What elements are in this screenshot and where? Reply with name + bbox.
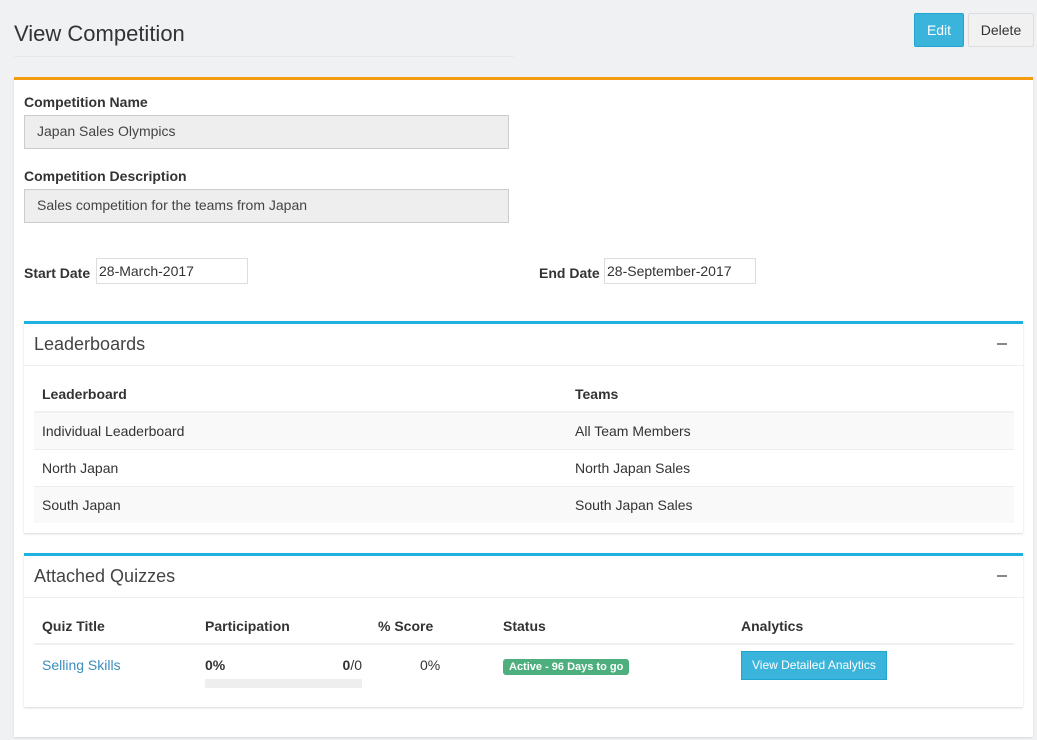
- attached-quizzes-title: Attached Quizzes: [34, 566, 176, 586]
- collapse-icon[interactable]: [997, 575, 1007, 577]
- leaderboard-cell: South Japan: [34, 485, 567, 523]
- quizzes-table: Quiz Title Participation % Score Status …: [34, 608, 1014, 704]
- attached-quizzes-box: Attached Quizzes Quiz Title Participatio…: [24, 553, 1023, 707]
- start-date-field[interactable]: 28-March-2017: [96, 258, 248, 284]
- collapse-icon[interactable]: [997, 343, 1007, 345]
- teams-cell: North Japan Sales: [567, 448, 1014, 486]
- leaderboard-cell: Individual Leaderboard: [34, 411, 567, 449]
- score-cell: 0%: [420, 657, 441, 673]
- leaderboards-title: Leaderboards: [34, 334, 146, 354]
- teams-cell: South Japan Sales: [567, 485, 1014, 523]
- competition-panel: Competition Name Japan Sales Olympics Co…: [14, 77, 1033, 737]
- leaderboard-cell: North Japan: [34, 448, 567, 486]
- table-row: Selling Skills 0% 0/0 0% Active - 96 Day…: [34, 644, 1014, 704]
- column-header: % Score: [370, 608, 495, 645]
- page-title: View Competition: [14, 21, 185, 46]
- column-header: Quiz Title: [34, 608, 197, 645]
- participation-progress-bar: [205, 679, 362, 688]
- divider: [14, 56, 514, 57]
- status-badge: Active - 96 Days to go: [503, 659, 630, 675]
- quiz-title-link[interactable]: Selling Skills: [42, 657, 121, 673]
- table-row: South Japan South Japan Sales: [34, 485, 1014, 523]
- participation-total: 0: [354, 657, 362, 673]
- end-date-label: End Date: [539, 265, 600, 281]
- participation-count: 0: [342, 657, 351, 673]
- competition-name-label: Competition Name: [24, 94, 148, 110]
- leaderboards-box: Leaderboards Leaderboard Teams Individual…: [24, 321, 1023, 533]
- end-date-field[interactable]: 28-September-2017: [604, 258, 756, 284]
- column-header: Analytics: [733, 608, 1014, 645]
- competition-description-label: Competition Description: [24, 168, 187, 184]
- competition-description-field[interactable]: Sales competition for the teams from Jap…: [24, 189, 509, 223]
- leaderboards-table: Leaderboard Teams Individual Leaderboard A…: [34, 376, 1014, 523]
- column-header: Status: [495, 608, 733, 645]
- participation-percent: 0%: [205, 657, 226, 673]
- table-row: North Japan North Japan Sales: [34, 448, 1014, 486]
- column-header: Leaderboard: [34, 376, 567, 413]
- start-date-label: Start Date: [24, 265, 91, 281]
- delete-button[interactable]: Delete: [968, 13, 1034, 47]
- teams-cell: All Team Members: [567, 411, 1014, 449]
- column-header: Teams: [567, 376, 1014, 413]
- view-detailed-analytics-button[interactable]: View Detailed Analytics: [741, 651, 887, 680]
- competition-name-field[interactable]: Japan Sales Olympics: [24, 115, 509, 149]
- column-header: Participation: [197, 608, 370, 645]
- table-row: Individual Leaderboard All Team Members: [34, 411, 1014, 449]
- edit-button[interactable]: Edit: [914, 13, 964, 47]
